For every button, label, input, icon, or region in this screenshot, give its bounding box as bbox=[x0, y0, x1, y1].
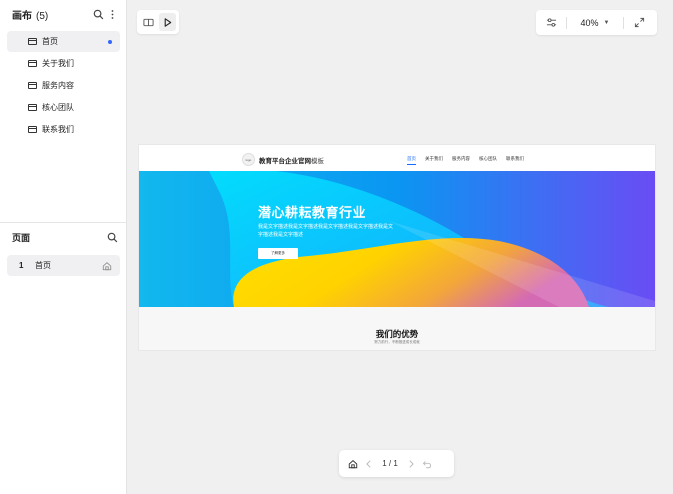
canvas-list: 首页 关于我们 服务内容 核心团队 联系我们 bbox=[0, 31, 127, 141]
sidebar: 画布 (5) 首页 关于我们 服务内容 核心团队 联系我们 页面 1 首页 bbox=[0, 0, 127, 494]
toolbar-separator bbox=[623, 16, 624, 29]
chevron-right-icon[interactable] bbox=[403, 456, 419, 472]
canvas-title-label: 画布 bbox=[12, 10, 32, 22]
view-mode-toolbar bbox=[137, 10, 179, 34]
canvas-icon bbox=[28, 104, 37, 111]
search-icon[interactable] bbox=[91, 7, 105, 21]
hero-background bbox=[139, 171, 655, 307]
canvas-icon bbox=[28, 126, 37, 133]
canvas-icon bbox=[28, 82, 37, 89]
page-number: 1 bbox=[19, 261, 24, 270]
chevron-down-icon: ▼ bbox=[603, 19, 610, 26]
site-menu-item: 联系我们 bbox=[506, 156, 524, 161]
zoom-toolbar: 40% ▼ bbox=[536, 10, 657, 35]
hero-banner: 潜心耕耘教育行业 我是文字描述我是文字描述我是文字描述我是文字描述我是文字描述我… bbox=[139, 171, 655, 307]
site-nav: logo 教育平台企业官网模板 首页 关于我们 服务内容 核心团队 联系我们 bbox=[139, 145, 655, 171]
canvas-item-services[interactable]: 服务内容 bbox=[7, 75, 120, 96]
page-label: 首页 bbox=[35, 261, 51, 270]
canvas-item-label: 联系我们 bbox=[42, 125, 74, 134]
learn-more-button: 了解更多 bbox=[258, 248, 298, 259]
search-icon[interactable] bbox=[105, 230, 119, 244]
canvas-item-label: 首页 bbox=[42, 37, 58, 46]
more-vertical-icon[interactable] bbox=[105, 7, 119, 21]
chevron-left-icon[interactable] bbox=[361, 456, 377, 472]
canvas-item-label: 关于我们 bbox=[42, 59, 74, 68]
page-indicator: 1 / 1 bbox=[382, 459, 398, 468]
undo-icon[interactable] bbox=[419, 456, 435, 472]
toolbar-separator bbox=[566, 16, 567, 29]
canvas-page-preview[interactable]: logo 教育平台企业官网模板 首页 关于我们 服务内容 核心团队 联系我们 潜… bbox=[139, 145, 655, 350]
hero-description: 我是文字描述我是文字描述我是文字描述我是文字描述我是文字描述我是文字描述 bbox=[258, 224, 394, 238]
section-title: 我们的优势 bbox=[375, 329, 419, 339]
play-icon[interactable] bbox=[159, 13, 176, 31]
canvas-icon bbox=[28, 60, 37, 67]
canvas-item-label: 服务内容 bbox=[42, 81, 74, 90]
canvas-icon bbox=[28, 38, 37, 45]
pages-title: 页面 bbox=[12, 232, 31, 243]
canvas-item-contact[interactable]: 联系我们 bbox=[7, 119, 120, 140]
site-menu-item: 核心团队 bbox=[479, 156, 497, 161]
zoom-select[interactable]: 40% ▼ bbox=[573, 18, 617, 28]
site-title-suffix: 模板 bbox=[311, 158, 324, 165]
hero-title: 潜心耕耘教育行业 bbox=[258, 205, 367, 220]
sidebar-divider bbox=[0, 222, 127, 223]
site-title: 教育平台企业官网模板 bbox=[259, 155, 324, 165]
canvas-item-about[interactable]: 关于我们 bbox=[7, 53, 120, 74]
home-icon bbox=[102, 261, 112, 271]
home-icon[interactable] bbox=[345, 456, 361, 472]
page-item-1[interactable]: 1 首页 bbox=[7, 255, 120, 276]
page-navigator: 1 / 1 bbox=[339, 450, 454, 477]
fullscreen-icon[interactable] bbox=[630, 14, 648, 32]
canvas-header: 画布 (5) bbox=[0, 0, 127, 28]
pages-header: 页面 bbox=[0, 227, 127, 247]
book-view-icon[interactable] bbox=[140, 13, 157, 31]
site-menu-item: 关于我们 bbox=[425, 156, 443, 161]
canvas-item-home[interactable]: 首页 bbox=[7, 31, 120, 52]
canvas-item-team[interactable]: 核心团队 bbox=[7, 97, 120, 118]
site-menu-item: 服务内容 bbox=[452, 156, 470, 161]
zoom-value: 40% bbox=[580, 17, 599, 28]
canvas-item-label: 核心团队 bbox=[42, 103, 74, 112]
settings-sliders-icon[interactable] bbox=[542, 14, 560, 32]
canvas-count: (5) bbox=[36, 10, 49, 22]
site-logo: logo bbox=[242, 153, 255, 166]
section-subtitle: 努力前行，不断推进成长成就 bbox=[374, 340, 420, 344]
advantages-section: 我们的优势 努力前行，不断推进成长成就 bbox=[139, 307, 655, 350]
canvas-title: 画布 (5) bbox=[12, 7, 91, 22]
active-dot bbox=[108, 40, 112, 44]
site-menu: 首页 关于我们 服务内容 核心团队 联系我们 bbox=[407, 156, 524, 165]
site-menu-item: 首页 bbox=[407, 156, 416, 165]
site-title-main: 教育平台企业官网 bbox=[259, 158, 311, 165]
